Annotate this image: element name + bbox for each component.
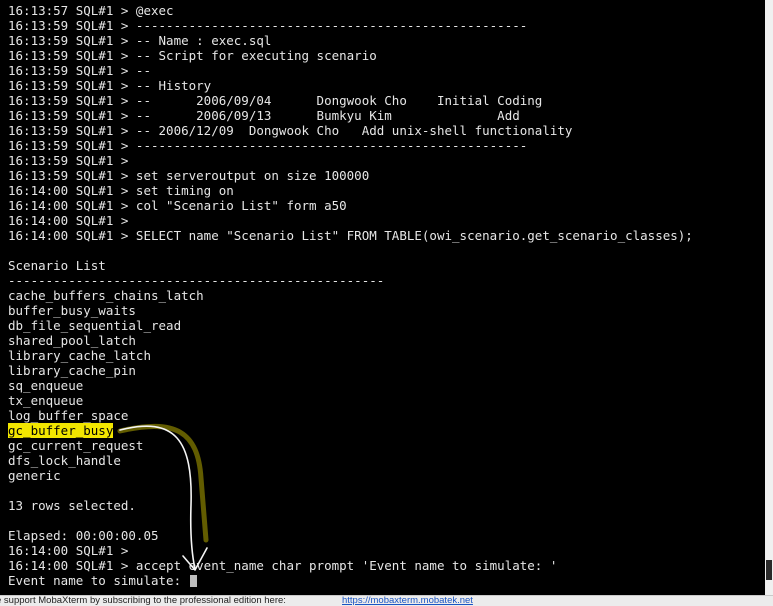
terminal-line-text: 16:13:59 SQL#1 > -----------------------… — [8, 138, 528, 153]
terminal-line-text: shared_pool_latch — [8, 333, 136, 348]
terminal-line: 16:13:59 SQL#1 > -- History — [8, 78, 693, 93]
terminal-line-text: library_cache_latch — [8, 348, 151, 363]
terminal-line: 16:13:59 SQL#1 > -- Script for executing… — [8, 48, 693, 63]
scrollbar-thumb[interactable] — [766, 560, 772, 580]
terminal-line-text: ----------------------------------------… — [8, 273, 385, 288]
terminal-line-text: 16:13:59 SQL#1 > — [8, 153, 129, 168]
terminal-line-text: 16:13:59 SQL#1 > -- 2006/09/04 Dongwook … — [8, 93, 543, 108]
terminal-line-text: Elapsed: 00:00:00.05 — [8, 528, 159, 543]
terminal-line: 16:14:00 SQL#1 > accept event_name char … — [8, 558, 693, 573]
terminal-line: log_buffer_space — [8, 408, 693, 423]
terminal-line: sq_enqueue — [8, 378, 693, 393]
terminal-line-text: dfs_lock_handle — [8, 453, 121, 468]
terminal-line: dfs_lock_handle — [8, 453, 693, 468]
terminal-line-text: 16:13:59 SQL#1 > set serveroutput on siz… — [8, 168, 370, 183]
terminal-line: db_file_sequential_read — [8, 318, 693, 333]
terminal-line-text: buffer_busy_waits — [8, 303, 136, 318]
terminal-line-text: gc_current_request — [8, 438, 144, 453]
terminal-line-text: generic — [8, 468, 61, 483]
terminal-line: 16:13:59 SQL#1 > -- 2006/09/13 Bumkyu Ki… — [8, 108, 693, 123]
terminal-line: Event name to simulate: — [8, 573, 693, 588]
terminal-line-text: 16:13:59 SQL#1 > -- — [8, 63, 151, 78]
terminal-line-text: log_buffer_space — [8, 408, 129, 423]
terminal-line: library_cache_pin — [8, 363, 693, 378]
terminal-line: Elapsed: 00:00:00.05 — [8, 528, 693, 543]
vertical-scrollbar[interactable] — [765, 0, 773, 595]
terminal-line-text: 13 rows selected. — [8, 498, 136, 513]
terminal-line: generic — [8, 468, 693, 483]
terminal-line-text: 16:13:59 SQL#1 > -- Name : exec.sql — [8, 33, 272, 48]
terminal-line-text: 16:13:59 SQL#1 > -- 2006/12/09 Dongwook … — [8, 123, 573, 138]
terminal-line: 16:13:59 SQL#1 > -----------------------… — [8, 138, 693, 153]
terminal-line: 13 rows selected. — [8, 498, 693, 513]
terminal-line-text: cache_buffers_chains_latch — [8, 288, 204, 303]
terminal-line-text: 16:13:59 SQL#1 > -- History — [8, 78, 212, 93]
terminal-line-text: Event name to simulate: — [8, 573, 189, 588]
terminal-line: 16:13:59 SQL#1 > set serveroutput on siz… — [8, 168, 693, 183]
terminal-line: tx_enqueue — [8, 393, 693, 408]
terminal-line: cache_buffers_chains_latch — [8, 288, 693, 303]
terminal-line-text: gc_buffer_busy — [8, 423, 114, 438]
highlighted-line: gc_buffer_busy — [8, 423, 693, 438]
terminal-line-text: 16:14:00 SQL#1 > col "Scenario List" for… — [8, 198, 347, 213]
terminal-line: 16:14:00 SQL#1 > — [8, 213, 693, 228]
terminal-line: buffer_busy_waits — [8, 303, 693, 318]
terminal-line-text: 16:13:59 SQL#1 > -----------------------… — [8, 18, 528, 33]
terminal-line: gc_current_request — [8, 438, 693, 453]
terminal-line-text: sq_enqueue — [8, 378, 84, 393]
terminal-line-text: db_file_sequential_read — [8, 318, 182, 333]
terminal-line-text: 16:13:59 SQL#1 > -- Script for executing… — [8, 48, 377, 63]
terminal-line: library_cache_latch — [8, 348, 693, 363]
terminal-line: shared_pool_latch — [8, 333, 693, 348]
terminal-line: 16:14:00 SQL#1 > set timing on — [8, 183, 693, 198]
terminal-line-text: 16:14:00 SQL#1 > — [8, 213, 129, 228]
status-bar: e support MobaXterm by subscribing to th… — [0, 595, 773, 606]
terminal-line: 16:13:59 SQL#1 > -----------------------… — [8, 18, 693, 33]
terminal-line-text: tx_enqueue — [8, 393, 84, 408]
terminal-line: Scenario List — [8, 258, 693, 273]
terminal-line-text: 16:14:00 SQL#1 > set timing on — [8, 183, 234, 198]
terminal-line-text: 16:13:59 SQL#1 > -- 2006/09/13 Bumkyu Ki… — [8, 108, 520, 123]
terminal-line: 16:13:59 SQL#1 > -- — [8, 63, 693, 78]
terminal-line: 16:13:57 SQL#1 > @exec — [8, 3, 693, 18]
terminal-line: ----------------------------------------… — [8, 273, 693, 288]
terminal-line: 16:14:00 SQL#1 > SELECT name "Scenario L… — [8, 228, 693, 243]
terminal-line: 16:14:00 SQL#1 > col "Scenario List" for… — [8, 198, 693, 213]
terminal-line-text: 16:14:00 SQL#1 > SELECT name "Scenario L… — [8, 228, 693, 243]
terminal-lines: 16:13:57 SQL#1 > @exec 16:13:59 SQL#1 > -… — [8, 3, 693, 588]
terminal-line: 16:13:59 SQL#1 > -- 2006/12/09 Dongwook … — [8, 123, 693, 138]
terminal-line-text: 16:14:00 SQL#1 > accept event_name char … — [8, 558, 558, 573]
terminal-line: 16:13:59 SQL#1 > -- Name : exec.sql — [8, 33, 693, 48]
terminal-line: 16:13:59 SQL#1 > -- 2006/09/04 Dongwook … — [8, 93, 693, 108]
terminal-line: 16:14:00 SQL#1 > — [8, 543, 693, 558]
terminal-line-text: library_cache_pin — [8, 363, 136, 378]
terminal-line: 16:13:59 SQL#1 > — [8, 153, 693, 168]
terminal-line-text: Scenario List — [8, 258, 106, 273]
text-cursor — [189, 575, 197, 587]
terminal-line-text: 16:13:57 SQL#1 > @exec — [8, 3, 174, 18]
terminal-line-text: 16:14:00 SQL#1 > — [8, 543, 129, 558]
terminal-output[interactable]: 16:13:57 SQL#1 > @exec 16:13:59 SQL#1 > -… — [0, 0, 765, 595]
